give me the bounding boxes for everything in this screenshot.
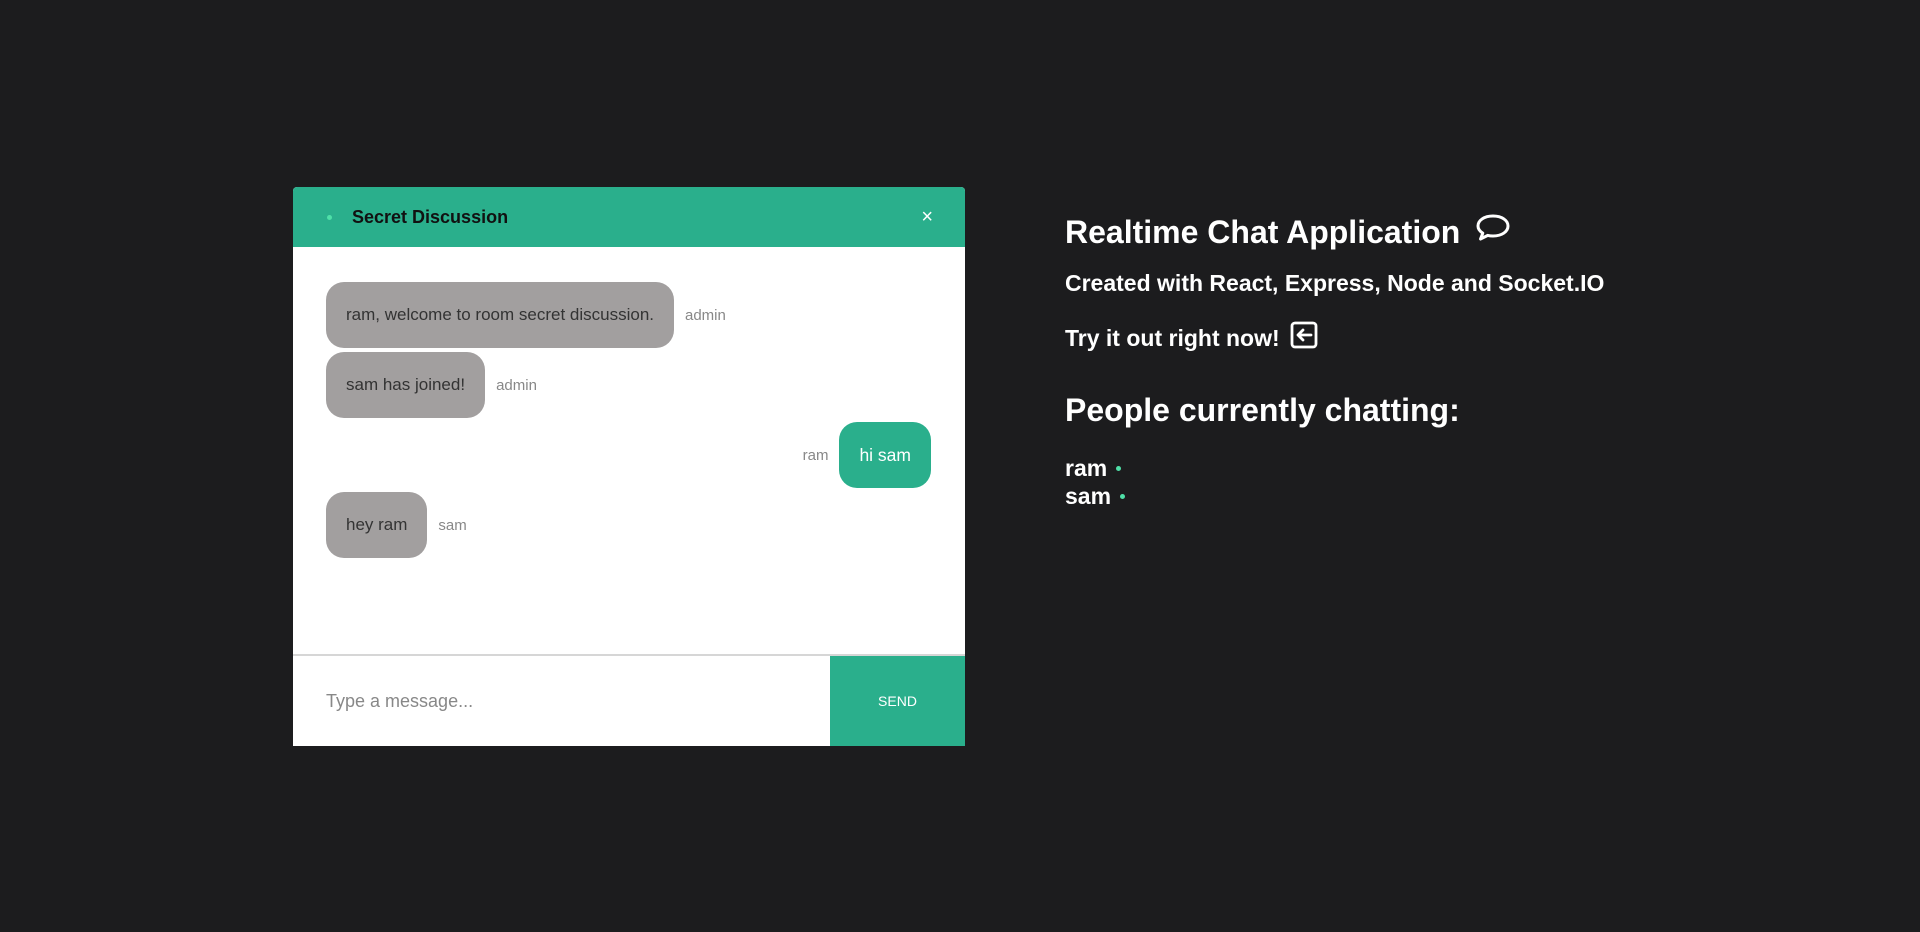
message-row: hey ram sam <box>326 492 931 558</box>
person-name: sam <box>1065 482 1112 509</box>
message-bubble: sam has joined! <box>326 352 486 418</box>
message-bubble-own: hi sam <box>839 422 931 488</box>
message-row: sam has joined! admin <box>326 352 931 418</box>
info-panel: Realtime Chat Application Created with R… <box>1065 210 1604 510</box>
online-indicator <box>1116 465 1122 471</box>
speech-bubble-icon <box>1474 212 1512 252</box>
message-bubble: ram, welcome to room secret discussion. <box>326 282 674 348</box>
person-item: sam <box>1065 482 1604 510</box>
chat-header: Secret Discussion × <box>293 187 965 247</box>
try-text: Try it out right now! <box>1065 324 1280 351</box>
people-heading: People currently chatting: <box>1065 392 1460 428</box>
online-indicator <box>1120 493 1126 499</box>
close-button[interactable]: × <box>921 207 933 227</box>
room-name: Secret Discussion <box>352 206 509 227</box>
message-row-own: ram hi sam <box>326 422 931 488</box>
send-button[interactable]: SEND <box>830 656 965 746</box>
person-item: ram <box>1065 454 1604 482</box>
message-bubble: hey ram <box>326 492 428 558</box>
chat-window: Secret Discussion × ram, welcome to room… <box>293 187 965 746</box>
message-sender: admin <box>496 376 537 394</box>
message-sender: ram <box>802 446 829 464</box>
message-sender: sam <box>438 516 467 534</box>
try-line: Try it out right now! <box>1065 321 1604 355</box>
message-input[interactable] <box>293 656 830 746</box>
online-indicator <box>327 214 332 220</box>
message-sender: admin <box>685 306 726 324</box>
enter-icon <box>1290 321 1318 355</box>
app-subtitle: Created with React, Express, Node and So… <box>1065 270 1605 296</box>
app-title-text: Realtime Chat Application <box>1065 213 1461 250</box>
message-list[interactable]: ram, welcome to room secret discussion. … <box>293 247 965 656</box>
person-name: ram <box>1065 454 1108 481</box>
app-title: Realtime Chat Application <box>1065 210 1604 254</box>
people-list: ram sam <box>1065 454 1604 510</box>
message-row: ram, welcome to room secret discussion. … <box>326 282 931 348</box>
message-composer: SEND <box>293 656 965 746</box>
